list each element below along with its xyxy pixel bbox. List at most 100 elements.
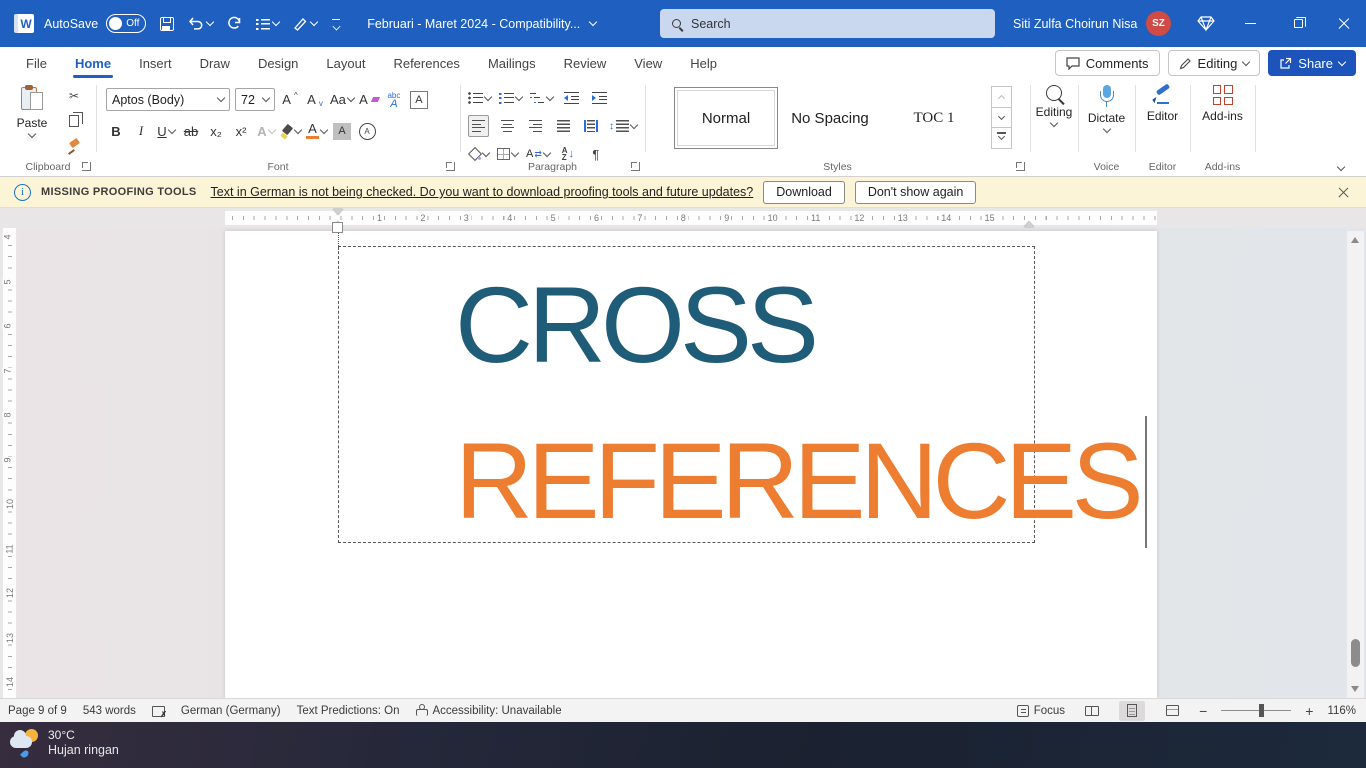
shrink-font-button[interactable]: Av <box>305 89 325 111</box>
italic-button[interactable]: I <box>131 120 151 142</box>
numbering-qat-button[interactable] <box>256 18 279 30</box>
proofing-message-link[interactable]: Text in German is not being checked. Do … <box>211 185 754 199</box>
text-frame[interactable]: CROSS REFERENCES <box>338 246 1035 543</box>
premium-gem-icon[interactable] <box>1196 13 1216 33</box>
tab-view[interactable]: View <box>632 50 664 77</box>
style-normal[interactable]: Normal <box>674 87 778 149</box>
web-layout-button[interactable] <box>1159 701 1185 721</box>
style-no-spacing[interactable]: No Spacing <box>778 87 882 149</box>
change-case-button[interactable]: Aa <box>330 89 354 111</box>
page-indicator[interactable]: Page 9 of 9 <box>8 705 67 717</box>
align-center-button[interactable] <box>497 115 517 137</box>
subscript-button[interactable]: x₂ <box>206 120 226 142</box>
grow-font-button[interactable]: A^ <box>280 89 300 111</box>
text-effects-button[interactable]: A <box>256 120 276 142</box>
styles-dialog-launcher[interactable] <box>1016 162 1025 171</box>
font-dialog-launcher[interactable] <box>446 162 455 171</box>
superscript-button[interactable]: x² <box>231 120 251 142</box>
justify-button[interactable] <box>553 115 573 137</box>
vertical-scrollbar[interactable] <box>1347 231 1364 698</box>
character-shading-button[interactable]: A <box>332 120 352 142</box>
styles-gallery-more[interactable] <box>991 127 1012 149</box>
font-size-combo[interactable]: 72 <box>235 88 275 111</box>
editing-mode-button[interactable]: Editing <box>1168 50 1261 76</box>
zoom-out-button[interactable]: − <box>1199 703 1207 719</box>
tab-design[interactable]: Design <box>256 50 300 77</box>
dont-show-again-button[interactable]: Don't show again <box>855 181 977 204</box>
paste-button[interactable]: Paste <box>8 85 56 137</box>
strikethrough-button[interactable]: ab <box>181 120 201 142</box>
tab-file[interactable]: File <box>24 50 49 77</box>
language-indicator[interactable]: German (Germany) <box>181 705 281 717</box>
download-button[interactable]: Download <box>763 181 845 204</box>
tab-draw[interactable]: Draw <box>198 50 232 77</box>
tab-review[interactable]: Review <box>562 50 609 77</box>
proofing-status[interactable] <box>152 705 165 717</box>
horizontal-ruler[interactable]: 123456789101112131415 <box>0 208 1366 228</box>
undo-button[interactable] <box>188 17 213 31</box>
word-count[interactable]: 543 words <box>83 705 136 717</box>
collapse-ribbon-icon[interactable] <box>1337 163 1345 171</box>
right-indent-marker[interactable] <box>1024 216 1034 227</box>
accessibility-status[interactable]: Accessibility: Unavailable <box>415 704 561 717</box>
zoom-slider-thumb[interactable] <box>1259 704 1264 717</box>
user-name[interactable]: Siti Zulfa Choirun Nisa <box>1013 17 1137 31</box>
document-title[interactable]: Februari - Maret 2024 - Compatibility... <box>367 17 580 31</box>
comments-button[interactable]: Comments <box>1055 50 1160 76</box>
pen-qat-button[interactable] <box>293 16 317 31</box>
increase-indent-button[interactable] <box>589 87 609 109</box>
document-heading-line2[interactable]: REFERENCES <box>455 427 1138 535</box>
underline-button[interactable]: U <box>156 120 176 142</box>
scroll-up-arrow-icon[interactable] <box>1351 237 1359 243</box>
print-layout-button[interactable] <box>1119 701 1145 721</box>
addins-button[interactable]: Add-ins <box>1190 85 1255 123</box>
close-button[interactable] <box>1322 0 1366 47</box>
editing-button[interactable]: Editing <box>1030 85 1078 126</box>
document-page[interactable]: CROSS REFERENCES <box>225 231 1157 698</box>
tab-help[interactable]: Help <box>688 50 719 77</box>
cut-button[interactable]: ✂ <box>64 87 84 105</box>
tab-mailings[interactable]: Mailings <box>486 50 538 77</box>
share-button[interactable]: Share <box>1268 50 1356 76</box>
phonetic-guide-button[interactable]: abcA <box>384 89 404 111</box>
weather-widget[interactable]: 30°C Hujan ringan <box>10 728 119 758</box>
copy-button[interactable] <box>64 112 84 130</box>
avatar[interactable]: SZ <box>1146 11 1171 36</box>
font-name-combo[interactable]: Aptos (Body) <box>106 88 230 111</box>
editor-button[interactable]: Editor <box>1135 85 1190 123</box>
styles-scroll-down[interactable] <box>991 107 1012 129</box>
focus-mode-button[interactable]: Focus <box>1017 705 1065 717</box>
numbering-button[interactable] <box>499 87 522 109</box>
tab-layout[interactable]: Layout <box>324 50 367 77</box>
save-button[interactable] <box>160 17 174 31</box>
scrollbar-thumb[interactable] <box>1351 639 1360 667</box>
message-bar-close-icon[interactable] <box>1337 186 1350 199</box>
clipboard-dialog-launcher[interactable] <box>82 162 91 171</box>
tab-insert[interactable]: Insert <box>137 50 174 77</box>
document-title-dropdown-icon[interactable] <box>589 18 597 26</box>
zoom-slider[interactable] <box>1221 710 1291 712</box>
align-right-button[interactable] <box>525 115 545 137</box>
dictate-button[interactable]: Dictate <box>1078 85 1135 132</box>
enclose-characters-button[interactable]: A <box>357 120 377 142</box>
minimize-button[interactable] <box>1228 0 1272 47</box>
quick-access-overflow-icon[interactable] <box>331 19 341 29</box>
font-color-button[interactable]: A <box>306 120 327 142</box>
clear-formatting-button[interactable]: A <box>359 89 379 111</box>
zoom-in-button[interactable]: + <box>1305 703 1313 719</box>
frame-sizing-handle[interactable] <box>332 222 343 233</box>
styles-scroll-up[interactable] <box>991 86 1012 108</box>
document-heading-line1[interactable]: CROSS <box>455 271 814 379</box>
bullets-button[interactable] <box>468 87 491 109</box>
tab-home[interactable]: Home <box>73 50 113 77</box>
style-toc-1[interactable]: TOC 1 <box>882 87 986 149</box>
format-painter-button[interactable] <box>64 137 84 155</box>
autosave-toggle[interactable]: Off <box>106 14 146 33</box>
zoom-level[interactable]: 116% <box>1327 705 1356 717</box>
scroll-down-arrow-icon[interactable] <box>1351 686 1359 692</box>
distribute-button[interactable] <box>581 115 601 137</box>
highlight-button[interactable] <box>281 120 301 142</box>
align-left-button[interactable] <box>468 115 489 137</box>
read-mode-button[interactable] <box>1079 701 1105 721</box>
paragraph-dialog-launcher[interactable] <box>631 162 640 171</box>
